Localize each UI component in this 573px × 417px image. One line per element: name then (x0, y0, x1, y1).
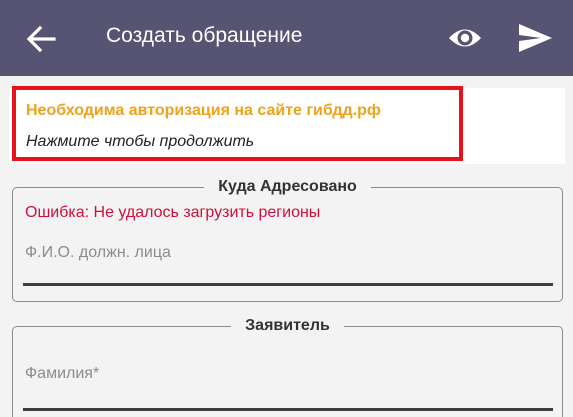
recipient-section-title: Куда Адресовано (204, 178, 371, 195)
auth-notice-title: Необходима авторизация на сайте гибдд.рф (26, 102, 381, 119)
applicant-section-legend: Заявитель (13, 315, 562, 337)
eye-icon[interactable] (446, 24, 484, 52)
send-icon[interactable] (516, 21, 554, 55)
official-name-underline (23, 283, 553, 286)
auth-notice-subtitle: Нажмите чтобы продолжить (26, 133, 255, 150)
official-name-placeholder: Ф.И.О. должн. лица (25, 244, 171, 261)
regions-error-message: Ошибка: Не удалось загрузить регионы (25, 204, 321, 221)
applicant-section-title: Заявитель (231, 317, 344, 334)
arrow-back-icon[interactable] (24, 22, 58, 56)
surname-placeholder: Фамилия* (25, 365, 100, 382)
surname-underline (23, 408, 553, 411)
recipient-section-legend: Куда Адресовано (13, 176, 562, 198)
app-bar: Создать обращение (0, 0, 573, 76)
surname-field[interactable]: Фамилия* (23, 365, 553, 411)
official-name-field[interactable]: Ф.И.О. должн. лица (23, 244, 553, 286)
recipient-section: Куда Адресовано Ошибка: Не удалось загру… (12, 178, 563, 302)
auth-notice-card[interactable]: Необходима авторизация на сайте гибдд.рф… (12, 86, 463, 161)
applicant-section: Заявитель Фамилия* (12, 317, 563, 417)
page-title: Создать обращение (106, 24, 303, 47)
